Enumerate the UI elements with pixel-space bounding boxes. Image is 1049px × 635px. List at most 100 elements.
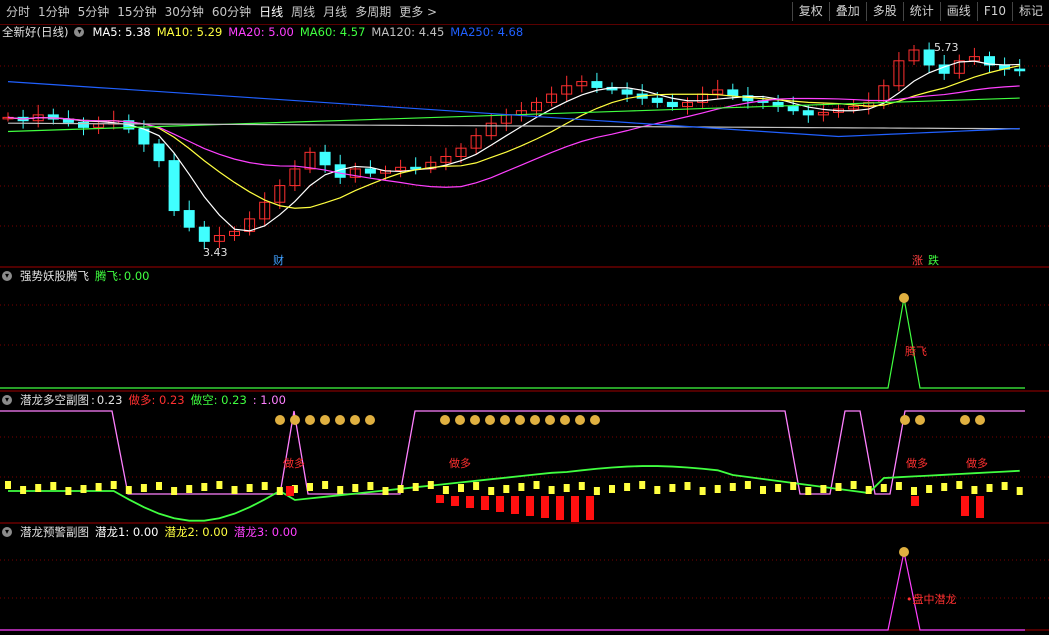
pane2-signal-text-0: 做多 — [283, 456, 305, 470]
moneybag-icon-13 — [530, 415, 540, 425]
pane2-yellow-bar-7 — [110, 481, 117, 489]
pane2-yellow-bar-4 — [65, 487, 72, 495]
candle-body-67 — [1014, 68, 1026, 72]
pane2-yellow-bar-25 — [382, 487, 389, 495]
pane2-signal-text-1: 做多 — [449, 456, 471, 470]
pane2-yellow-bar-21 — [322, 481, 329, 489]
pane2-yellow-bar-48 — [729, 483, 736, 491]
pane2-pink-line — [0, 410, 1025, 495]
moneybag-icon-0 — [275, 415, 285, 425]
pane2-yellow-bar-11 — [171, 487, 178, 495]
pane2-yellow-bar-16 — [246, 484, 253, 492]
moneybag-icon-pane3 — [899, 547, 909, 557]
pane2-yellow-bar-36 — [548, 486, 555, 494]
pane2-yellow-bar-12 — [186, 485, 193, 493]
candle-body-13 — [198, 226, 210, 242]
pane2-yellow-bar-66 — [1001, 482, 1008, 490]
pane2-yellow-bar-9 — [140, 484, 147, 492]
pane2-yellow-bar-53 — [805, 487, 812, 495]
candle-body-11 — [168, 160, 180, 212]
pane2-yellow-bar-0 — [5, 481, 11, 489]
pane2-yellow-bar-18 — [276, 487, 283, 495]
moneybag-icon-2 — [305, 415, 315, 425]
pane2-yellow-bar-43 — [654, 486, 661, 494]
pane2-red-bar-13 — [961, 496, 969, 516]
pane2-yellow-bar-1 — [20, 486, 27, 494]
pane2-yellow-bar-42 — [639, 481, 646, 489]
pane2-yellow-bar-61 — [926, 485, 933, 493]
pane2-yellow-bar-34 — [518, 483, 525, 491]
moneybag-icon-3 — [320, 415, 330, 425]
chart-canvas[interactable]: 做多 做多 做多 做多 — [0, 0, 1049, 635]
candle-body-41 — [621, 89, 633, 95]
pane2-red-bar-4 — [496, 496, 504, 512]
candle-body-24 — [364, 168, 376, 174]
pane2-yellow-bar-26 — [397, 485, 404, 493]
pane2-yellow-bar-57 — [865, 486, 872, 494]
candle-body-53 — [802, 110, 814, 116]
pane2-yellow-bar-32 — [488, 487, 495, 495]
pane2-red-bar-9 — [571, 496, 579, 522]
pane2-red-bar-12 — [911, 496, 919, 506]
pane2-yellow-bar-58 — [880, 484, 887, 492]
pane2-yellow-bar-33 — [503, 485, 510, 493]
moneybag-icon-5 — [350, 415, 360, 425]
fall-marker: 跌 — [928, 254, 939, 267]
candle-body-43 — [651, 97, 663, 103]
candle-body-44 — [666, 101, 678, 108]
candle-body-21 — [319, 151, 331, 166]
moneybag-icon-16 — [575, 415, 585, 425]
pane2-yellow-bar-38 — [578, 482, 585, 490]
pane2-yellow-bar-46 — [699, 487, 706, 495]
pane2-yellow-bar-45 — [684, 482, 691, 490]
pane2-yellow-bar-35 — [533, 481, 540, 489]
moneybag-icon-15 — [560, 415, 570, 425]
pane2-yellow-bar-2 — [35, 484, 42, 492]
pane2-yellow-bar-14 — [216, 481, 223, 489]
pane2-yellow-bar-31 — [473, 482, 480, 490]
pane2-yellow-bar-65 — [986, 484, 993, 492]
pane2-yellow-bar-13 — [201, 483, 208, 491]
moneybag-icon-18 — [900, 415, 910, 425]
pane2-yellow-bar-47 — [714, 485, 721, 493]
pane2-red-bar-10 — [586, 496, 594, 520]
pane2-yellow-bar-37 — [563, 484, 570, 492]
moneybag-icon-6 — [365, 415, 375, 425]
pane2-yellow-bar-60 — [911, 487, 917, 495]
pane2-yellow-bar-67 — [1016, 487, 1023, 495]
pane2-red-bar-0 — [436, 495, 444, 503]
pane2-red-bar-7 — [541, 496, 549, 518]
pane2-yellow-bar-6 — [95, 483, 102, 491]
pane2-yellow-bar-54 — [820, 485, 827, 493]
pane2-red-bar-2 — [466, 496, 474, 508]
pane2-yellow-bar-27 — [412, 483, 419, 491]
pane2-yellow-bar-10 — [156, 482, 162, 490]
candle-body-52 — [787, 106, 799, 112]
pane2-signal-text-3: 做多 — [966, 456, 988, 470]
moneybag-icon-4 — [335, 415, 345, 425]
pane2-yellow-bar-3 — [50, 482, 57, 490]
pane2-yellow-bar-44 — [669, 484, 676, 492]
candle-body-39 — [591, 81, 603, 88]
pane2-yellow-bar-28 — [427, 481, 434, 489]
pane2-signal-text-2: 做多 — [906, 456, 928, 470]
candle-body-10 — [153, 143, 165, 162]
pane2-yellow-bar-8 — [125, 486, 132, 494]
pane2-yellow-bar-51 — [775, 484, 782, 492]
pane1-signal-label: 腾飞 — [905, 345, 927, 358]
pane2-yellow-bar-39 — [593, 487, 600, 495]
pane2-red-bar-6 — [526, 496, 534, 516]
low-price-label: 3.43 — [203, 246, 228, 259]
finance-marker[interactable]: 财 — [273, 252, 284, 268]
rise-marker: 涨 — [912, 254, 923, 267]
pane2-yellow-bar-50 — [760, 486, 766, 494]
pane2-yellow-bar-41 — [624, 483, 631, 491]
candle-body-61 — [923, 49, 935, 66]
pane2-yellow-bar-49 — [744, 481, 751, 489]
pane2-red-bar-8 — [556, 496, 564, 520]
moneybag-icon-12 — [515, 415, 525, 425]
moneybag-icon-17 — [590, 415, 600, 425]
high-price-label: 5.73 — [934, 41, 959, 54]
pane2-yellow-bar-23 — [352, 484, 359, 492]
pane2-yellow-bar-55 — [835, 483, 842, 491]
